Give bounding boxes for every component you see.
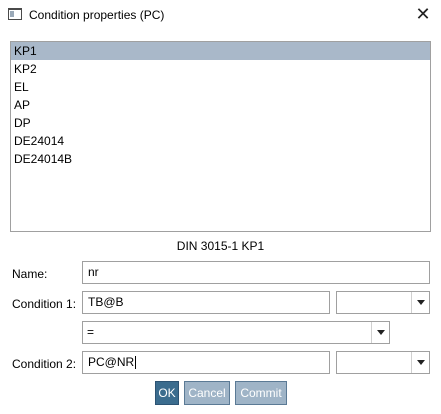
close-icon[interactable]: ✕	[409, 3, 437, 27]
ok-button[interactable]: OK	[155, 381, 179, 405]
condition-2-combo[interactable]	[336, 351, 430, 374]
condition-2-field[interactable]: PC@NR	[82, 351, 330, 374]
list-item[interactable]: DE24014	[11, 132, 430, 150]
cancel-button[interactable]: Cancel	[184, 381, 230, 405]
name-field[interactable]: nr	[82, 261, 430, 284]
window-icon	[8, 8, 22, 20]
list-item[interactable]: EL	[11, 78, 430, 96]
selection-caption: DIN 3015-1 KP1	[176, 239, 265, 253]
condition-list[interactable]: KP1 KP2 EL AP DP DE24014 DE24014B	[10, 41, 431, 232]
list-item[interactable]: KP2	[11, 60, 430, 78]
condition-1-label: Condition 1:	[12, 297, 77, 311]
name-value: nr	[88, 265, 99, 279]
list-item[interactable]: AP	[11, 96, 430, 114]
operator-value: =	[87, 325, 95, 339]
list-item[interactable]: KP1	[11, 42, 430, 60]
condition-1-combo[interactable]	[336, 291, 430, 314]
chevron-down-icon[interactable]	[411, 352, 429, 373]
condition-1-value: TB@B	[88, 295, 124, 309]
condition-2-value: PC@NR	[88, 355, 135, 369]
chevron-down-icon[interactable]	[411, 292, 429, 313]
text-caret	[135, 356, 137, 370]
title-bar: Condition properties (PC) ✕	[0, 0, 441, 31]
condition-2-label: Condition 2:	[12, 357, 77, 371]
chevron-down-icon[interactable]	[371, 322, 389, 343]
list-item[interactable]: DE24014B	[11, 150, 430, 168]
list-item[interactable]: DP	[11, 114, 430, 132]
name-label: Name:	[12, 267, 48, 281]
commit-button[interactable]: Commit	[235, 381, 287, 405]
window-title: Condition properties (PC)	[29, 8, 165, 22]
condition-1-field[interactable]: TB@B	[82, 291, 330, 314]
operator-combo[interactable]: =	[82, 321, 390, 344]
